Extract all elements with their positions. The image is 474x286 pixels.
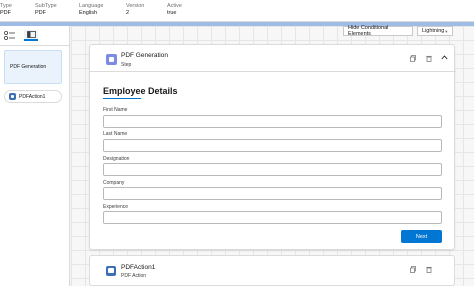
- pdf-action-icon: [9, 93, 16, 100]
- field-label-experience: Experience: [103, 204, 129, 210]
- meta-version-label: Version: [126, 3, 145, 9]
- copy-icon[interactable]: [410, 266, 416, 275]
- step-title: PDF Generation: [121, 52, 168, 59]
- form-title-underline: [103, 98, 141, 99]
- action-outline-label: PDFAction1: [19, 93, 46, 100]
- step-outline-item[interactable]: PDF Generation: [4, 50, 62, 84]
- meta-subtype-label: SubType: [35, 3, 57, 9]
- action-outline-item[interactable]: PDFAction1: [4, 90, 62, 103]
- mode-select-value: Lightning: [422, 28, 445, 34]
- left-tabs: [0, 26, 69, 46]
- meta-active: Active true: [167, 3, 182, 17]
- trash-icon[interactable]: [426, 266, 432, 275]
- field-label-company: Company: [103, 180, 125, 186]
- company-field[interactable]: [103, 187, 442, 200]
- pdf-action-icon: [106, 266, 116, 276]
- step-card: PDF Generation Step Employee Details Fir…: [89, 44, 456, 250]
- meta-version-value: 2: [126, 10, 130, 16]
- meta-language-value: English: [79, 10, 98, 16]
- action-title: PDFAction1: [121, 264, 156, 271]
- meta-subtype: SubType PDF: [35, 3, 57, 17]
- field-label-first-name: First Name: [103, 107, 128, 113]
- field-label-designation: Designation: [103, 156, 130, 162]
- chevron-up-icon[interactable]: [441, 55, 448, 62]
- meta-type-value: PDF: [0, 10, 11, 16]
- meta-subtype-value: PDF: [35, 10, 46, 16]
- trash-icon[interactable]: [426, 55, 432, 64]
- panel-layout-icon: [26, 31, 36, 38]
- list-settings-icon: [4, 31, 15, 40]
- mode-select[interactable]: Lightning ▼: [417, 26, 453, 36]
- form-title: Employee Details: [103, 86, 178, 96]
- meta-type: Type PDF: [0, 3, 12, 17]
- action-card[interactable]: PDFAction1 PDF Action: [89, 255, 455, 286]
- first-name-field[interactable]: [103, 115, 442, 128]
- meta-version: Version 2: [126, 3, 144, 17]
- field-label-last-name: Last Name: [103, 131, 128, 137]
- hide-conditional-button[interactable]: Hide Conditional Elements: [343, 25, 413, 37]
- experience-field[interactable]: [103, 211, 442, 224]
- chevron-down-icon: ▼: [444, 28, 449, 34]
- meta-active-label: Active: [167, 3, 182, 9]
- last-name-field[interactable]: [103, 139, 442, 152]
- tab-elements[interactable]: [3, 30, 17, 41]
- metadata-bar: Type PDF SubType PDF Language English Ve…: [0, 0, 474, 22]
- left-panel: PDF Generation PDFAction1: [0, 26, 70, 286]
- hide-conditional-label: Hide Conditional Elements: [348, 25, 389, 37]
- meta-language: Language English: [79, 3, 103, 17]
- designation-field[interactable]: [103, 163, 442, 176]
- meta-language-label: Language: [79, 3, 104, 9]
- tab-layout[interactable]: [24, 30, 38, 41]
- step-header[interactable]: PDF Generation Step: [90, 45, 456, 72]
- step-subtitle: Step: [121, 62, 132, 68]
- action-subtitle: PDF Action: [121, 273, 147, 279]
- meta-type-label: Type: [0, 3, 12, 9]
- copy-icon[interactable]: [410, 55, 416, 64]
- meta-active-value: true: [167, 10, 177, 16]
- step-icon: [106, 54, 117, 65]
- next-button[interactable]: Next: [401, 230, 442, 243]
- step-outline-label: PDF Generation: [10, 64, 47, 70]
